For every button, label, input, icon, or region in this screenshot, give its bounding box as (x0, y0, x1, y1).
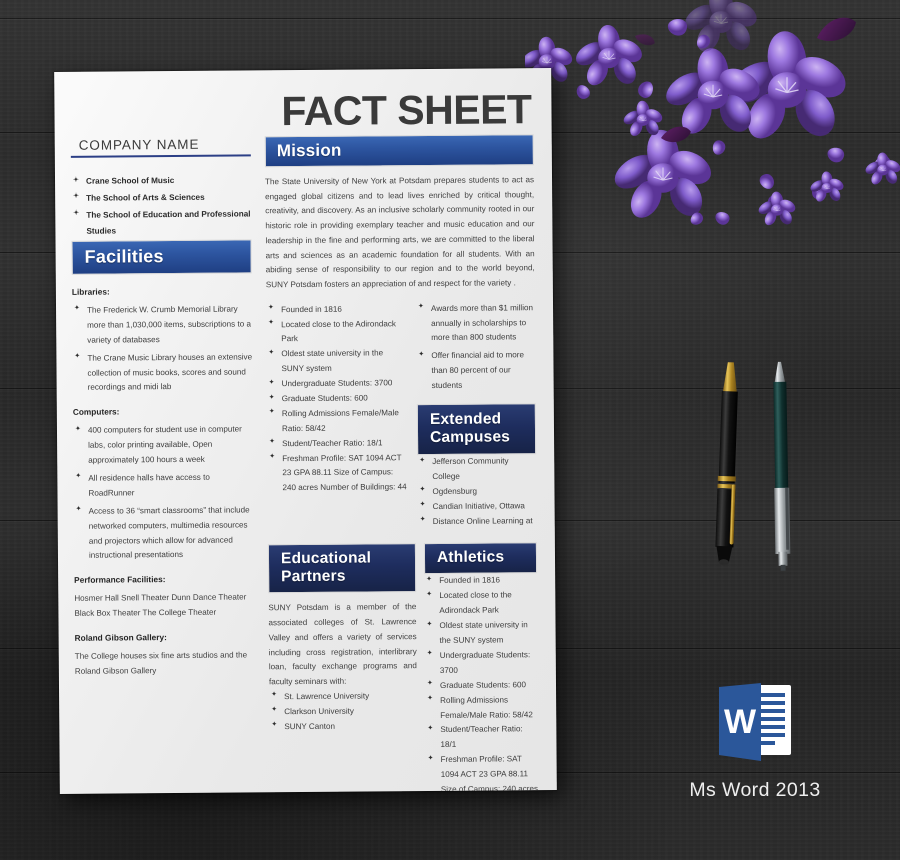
list-item: Founded in 1816 (266, 302, 406, 318)
list-item: Rolling Admissions Female/Male Ratio: 58… (267, 406, 407, 437)
quick-facts-column: Founded in 1816 Located close to the Adi… (266, 302, 408, 531)
list-item: St. Lawrence University (269, 689, 417, 705)
computers-label: Computers: (72, 406, 120, 418)
scholarships-list: Awards more than $1 million annually in … (416, 301, 536, 394)
list-item: Located close to the Adirondack Park (266, 317, 406, 348)
libraries-list: The Frederick W. Crumb Memorial Library … (72, 302, 253, 396)
svg-text:W: W (724, 703, 757, 741)
ms-word-icon: W (719, 683, 791, 761)
company-name: COMPANY NAME (78, 136, 200, 153)
page-title: FACT SHEET (281, 86, 532, 135)
performance-facilities-text: Hosmer Hall Snell Theater Dunn Dance The… (74, 592, 247, 619)
list-item: The School of Arts & Sciences (71, 189, 251, 206)
pens-decoration (690, 350, 830, 600)
list-item: The Crane Music Library houses an extens… (72, 350, 252, 396)
educational-partners-list: St. Lawrence University Clarkson Univers… (269, 689, 417, 735)
list-item: Access to 36 “smart classrooms” that inc… (74, 503, 254, 564)
right-column: FACT SHEET Mission The State University … (262, 86, 538, 794)
roland-gibson-gallery-label: Roland Gibson Gallery: (74, 632, 167, 644)
athletics-list: Founded in 1816 Located close to the Adi… (424, 574, 539, 794)
scholarships-column: Awards more than $1 million annually in … (416, 301, 537, 530)
list-item: Student/Teacher Ratio: 18/1 (267, 436, 407, 452)
purple-flowers-decoration (518, 0, 900, 240)
extended-campuses-list: Jefferson Community College Ogdensburg C… (417, 454, 537, 529)
educational-partners-body: SUNY Potsdam is a member of the associat… (268, 602, 417, 687)
computers-list: 400 computers for student use in compute… (73, 423, 254, 564)
list-item: Located close to the Adirondack Park (424, 589, 537, 620)
list-item: Undergraduate Students: 3700 (267, 376, 407, 392)
performance-facilities-label: Performance Facilities: (74, 574, 166, 586)
mission-section-header: Mission (264, 134, 534, 168)
list-item: Rolling Admissions Female/Male Ratio: 58… (425, 693, 538, 724)
libraries-label: Libraries: (71, 286, 110, 297)
list-item: Oldest state university in the SUNY syst… (424, 618, 537, 649)
list-item: Student/Teacher Ratio: 18/1 (425, 723, 538, 754)
list-item: Jefferson Community College (417, 454, 536, 485)
list-item: Undergraduate Students: 3700 (425, 648, 538, 679)
educational-partners-column: Educational Partners SUNY Potsdam is a m… (267, 543, 418, 794)
list-item: Offer financial aid to more than 80 perc… (416, 349, 535, 395)
ms-word-branding: W Ms Word 2013 (665, 683, 845, 802)
document-page[interactable]: COMPANY NAME Crane School of Music The S… (54, 68, 557, 794)
list-item: Candian Initiative, Ottawa (418, 499, 537, 515)
list-item: Oldest state university in the SUNY syst… (266, 347, 406, 378)
list-item: Ogdensburg (417, 484, 536, 500)
list-item: Clarkson University (269, 704, 417, 720)
list-item: 400 computers for student use in compute… (73, 423, 253, 469)
facilities-section-header: Facilities (71, 239, 252, 275)
list-item: Distance Online Learning at (418, 514, 537, 530)
list-item: SUNY Canton (269, 719, 417, 735)
list-item: Founded in 1816 (424, 574, 537, 590)
list-item: Crane School of Music (71, 172, 251, 189)
list-item: Graduate Students: 600 (267, 391, 407, 407)
list-item: Graduate Students: 600 (425, 678, 538, 694)
schools-list: Crane School of Music The School of Arts… (71, 172, 252, 239)
educational-partners-section-header: Educational Partners (267, 543, 417, 594)
quick-facts-list: Founded in 1816 Located close to the Adi… (266, 302, 408, 497)
list-item: The Frederick W. Crumb Memorial Library … (72, 302, 252, 348)
list-item: The School of Education and Professional… (71, 206, 251, 239)
roland-gibson-gallery-text: The College houses six fine arts studios… (74, 650, 248, 677)
ms-word-label: Ms Word 2013 (689, 779, 821, 801)
list-item: Freshman Profile: SAT 1094 ACT 23 GPA 88… (267, 451, 407, 497)
athletics-section-header: Athletics (423, 542, 538, 575)
company-name-rule (70, 154, 251, 158)
extended-campuses-section-header: Extended Campuses (416, 403, 537, 456)
list-item: Freshman Profile: SAT 1094 ACT 23 GPA 88… (426, 752, 539, 794)
mission-body: The State University of New York at Pots… (265, 175, 535, 290)
left-column: COMPANY NAME Crane School of Music The S… (70, 92, 267, 779)
list-item: All residence halls have access to RoadR… (73, 470, 253, 501)
athletics-column: Athletics Founded in 1816 Located close … (423, 542, 539, 794)
list-item: Awards more than $1 million annually in … (416, 301, 535, 347)
